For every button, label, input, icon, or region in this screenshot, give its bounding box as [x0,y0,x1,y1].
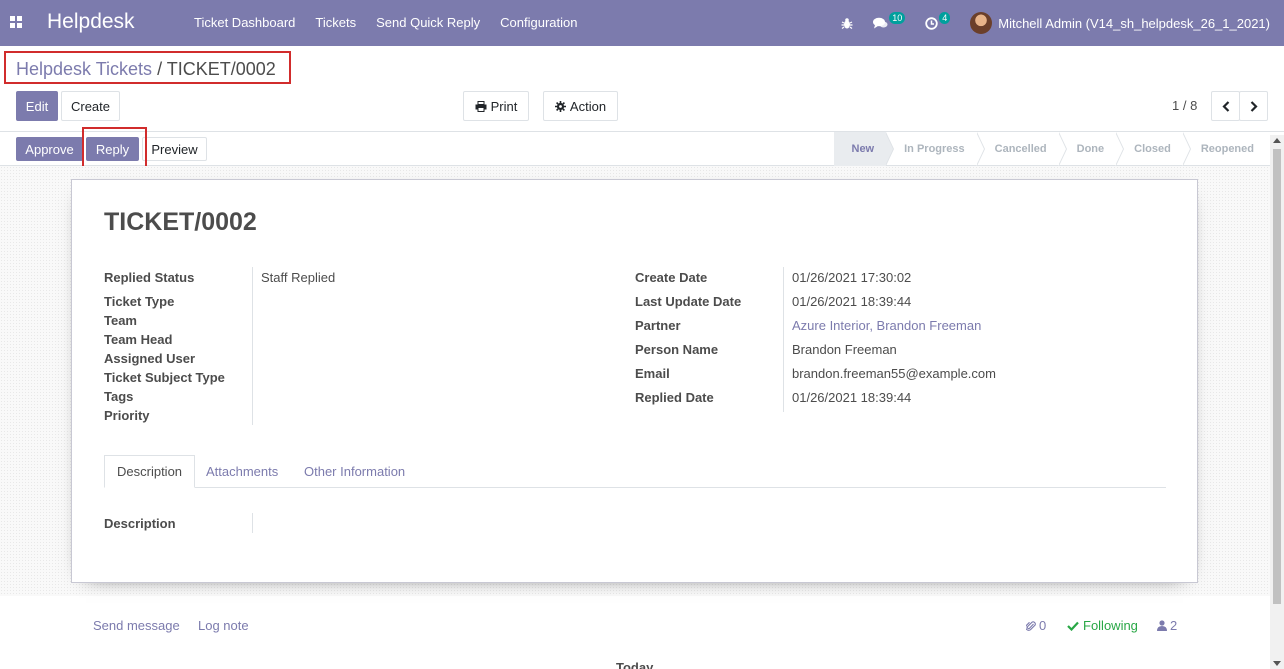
reply-highlight [82,127,147,169]
menu-tickets[interactable]: Tickets [315,15,356,30]
print-button[interactable]: Print [463,91,529,121]
field-label-description: Description [104,516,176,531]
field-value-person-name[interactable]: Brandon Freeman [792,342,897,357]
create-button[interactable]: Create [61,91,120,121]
field-label-partner: Partner [635,318,681,333]
description-divider [252,513,253,533]
field-label-replied-status: Replied Status [104,270,195,285]
field-label-ticket-subject-type: Ticket Subject Type [104,370,225,385]
following-button[interactable]: Following [1067,618,1138,633]
attachments-count: 0 [1039,618,1047,633]
stage-done[interactable]: Done [1059,132,1125,166]
notebook-tabs: Description Attachments Other Informatio… [104,455,1166,488]
field-value-email[interactable]: brandon.freeman55@example.com [792,366,996,381]
user-avatar[interactable] [970,12,993,34]
messages-icon[interactable]: 10 [873,12,906,30]
user-icon [1157,620,1167,631]
apps-menu-icon[interactable] [10,16,22,28]
field-value-last-update-date[interactable]: 01/26/2021 18:39:44 [792,294,911,309]
top-navbar: Helpdesk Ticket Dashboard Tickets Send Q… [0,0,1284,46]
ticket-title: TICKET/0002 [104,208,257,236]
user-menu[interactable]: Mitchell Admin (V14_sh_helpdesk_26_1_202… [998,16,1270,31]
field-label-assigned-user: Assigned User [104,351,196,366]
scroll-thumb[interactable] [1273,149,1281,604]
breadcrumb-highlight [4,51,291,84]
tab-other-information[interactable]: Other Information [292,455,417,488]
app-brand[interactable]: Helpdesk [47,10,135,34]
tab-description[interactable]: Description [104,455,196,488]
right-group-divider [783,267,784,412]
main-menu: Ticket Dashboard Tickets Send Quick Repl… [194,15,598,30]
field-label-priority: Priority [104,408,150,423]
field-label-create-date: Create Date [635,270,708,285]
scroll-down-arrow-icon[interactable] [1273,661,1281,666]
action-label: Action [569,98,607,114]
chevron-right-icon [1250,100,1258,112]
field-value-partner-link[interactable]: Azure Interior, Brandon Freeman [792,318,981,333]
menu-send-quick-reply[interactable]: Send Quick Reply [376,15,480,30]
field-label-ticket-type: Ticket Type [104,294,175,309]
stage-new[interactable]: New [833,132,895,166]
edit-button[interactable]: Edit [16,91,58,121]
send-message-button[interactable]: Send message [93,618,180,633]
stage-closed[interactable]: Closed [1116,132,1191,166]
stage-reopened[interactable]: Reopened [1183,132,1268,166]
stage-in-progress[interactable]: In Progress [886,132,985,166]
check-icon [1067,621,1079,631]
approve-button[interactable]: Approve [16,137,83,161]
field-label-replied-date: Replied Date [635,390,714,405]
debug-bug-icon[interactable] [841,17,853,30]
navbar-systray: 10 4 Mitchell Admin (V14_sh_helpdesk_26_… [841,0,1270,46]
print-label: Print [490,98,518,114]
field-label-team: Team [104,313,137,328]
left-group-divider [252,267,253,425]
field-value-replied-status[interactable]: Staff Replied [261,270,335,285]
field-value-replied-date[interactable]: 01/26/2021 18:39:44 [792,390,911,405]
pager-value[interactable]: 1 / 8 [1172,98,1197,113]
pager-next-button[interactable] [1239,91,1268,121]
paperclip-icon [1026,620,1036,631]
form-sheet: TICKET/0002 Replied Status Staff Replied… [71,179,1198,583]
following-label: Following [1083,618,1138,633]
followers-counter[interactable]: 2 [1157,618,1177,633]
chevron-left-icon [1221,100,1229,112]
field-label-tags: Tags [104,389,134,404]
menu-configuration[interactable]: Configuration [500,15,577,30]
scroll-up-arrow-icon[interactable] [1273,138,1281,143]
field-label-person-name: Person Name [635,342,719,357]
messages-count-badge: 10 [889,12,906,24]
field-label-team-head: Team Head [104,332,173,347]
activities-count-badge: 4 [939,12,951,24]
attachments-counter[interactable]: 0 [1026,618,1046,633]
gear-icon [554,100,566,112]
log-note-button[interactable]: Log note [198,618,249,633]
menu-ticket-dashboard[interactable]: Ticket Dashboard [194,15,295,30]
activities-clock-icon[interactable]: 4 [925,12,951,30]
pager-previous-button[interactable] [1211,91,1240,121]
tab-attachments[interactable]: Attachments [194,455,290,488]
stage-bar: New In Progress Cancelled Done Closed Re… [833,132,1269,166]
stage-cancelled[interactable]: Cancelled [977,132,1067,166]
action-button[interactable]: Action [543,91,618,121]
field-label-last-update-date: Last Update Date [635,294,742,309]
field-label-email: Email [635,366,670,381]
preview-button[interactable]: Preview [142,137,207,161]
field-value-create-date[interactable]: 01/26/2021 17:30:02 [792,270,911,285]
page-scrollbar[interactable] [1270,135,1284,669]
today-separator: Today [616,660,654,669]
print-icon [475,100,487,112]
followers-count: 2 [1170,618,1178,633]
